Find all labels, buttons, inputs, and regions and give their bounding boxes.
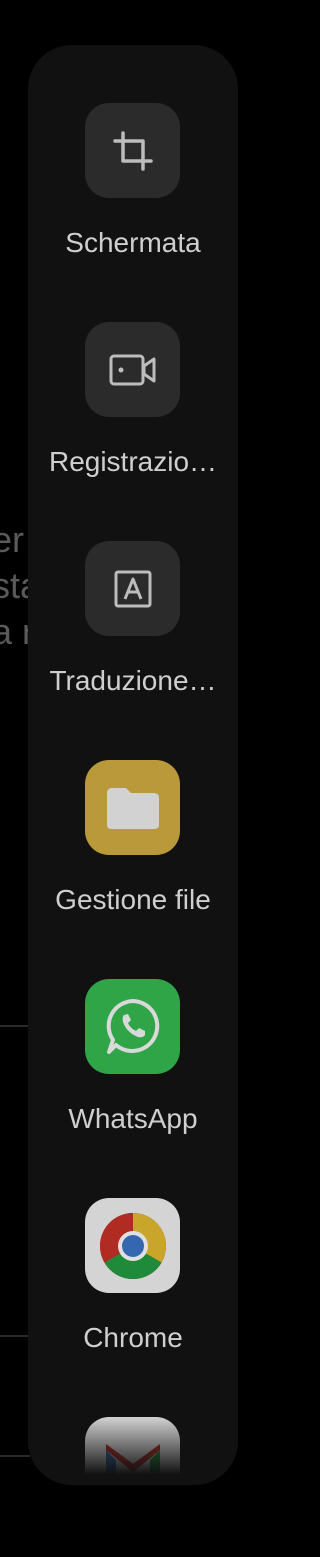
whatsapp-icon[interactable] xyxy=(85,979,180,1074)
scroll-fade xyxy=(28,1415,238,1485)
background-text-line: er xyxy=(0,519,25,560)
sidebar-item-whatsapp[interactable]: WhatsApp xyxy=(28,979,238,1179)
sidebar-item-label: WhatsApp xyxy=(68,1103,198,1134)
background-divider xyxy=(0,1335,30,1337)
screen-record-icon[interactable] xyxy=(85,322,180,417)
sidebar-item-translation[interactable]: Traduzione… xyxy=(28,541,238,741)
sidebar-item-label: Traduzione… xyxy=(49,665,217,696)
screen: er sta a r Schermata xyxy=(0,0,295,1557)
folder-icon[interactable] xyxy=(85,760,180,855)
sidebar-item-screenshot[interactable]: Schermata xyxy=(28,103,238,303)
sidebar-item-label: Registrazio… xyxy=(48,446,218,477)
crop-icon[interactable] xyxy=(85,103,180,198)
sidebar-item-label: Chrome xyxy=(83,1322,183,1353)
background-divider xyxy=(0,1025,30,1027)
sidebar-item-chrome[interactable]: Chrome xyxy=(28,1198,238,1398)
sidebar-item-screen-recording[interactable]: Registrazio… xyxy=(28,322,238,522)
background-divider xyxy=(0,1455,30,1457)
sidebar-item-file-manager[interactable]: Gestione file xyxy=(28,760,238,960)
sidebar-item-label: Schermata xyxy=(65,227,201,258)
sidebar-item-label: Gestione file xyxy=(55,884,211,915)
smart-sidebar: Schermata Registrazio… Traduzione… Gesti… xyxy=(28,45,238,1485)
chrome-icon[interactable] xyxy=(85,1198,180,1293)
translate-icon[interactable] xyxy=(85,541,180,636)
